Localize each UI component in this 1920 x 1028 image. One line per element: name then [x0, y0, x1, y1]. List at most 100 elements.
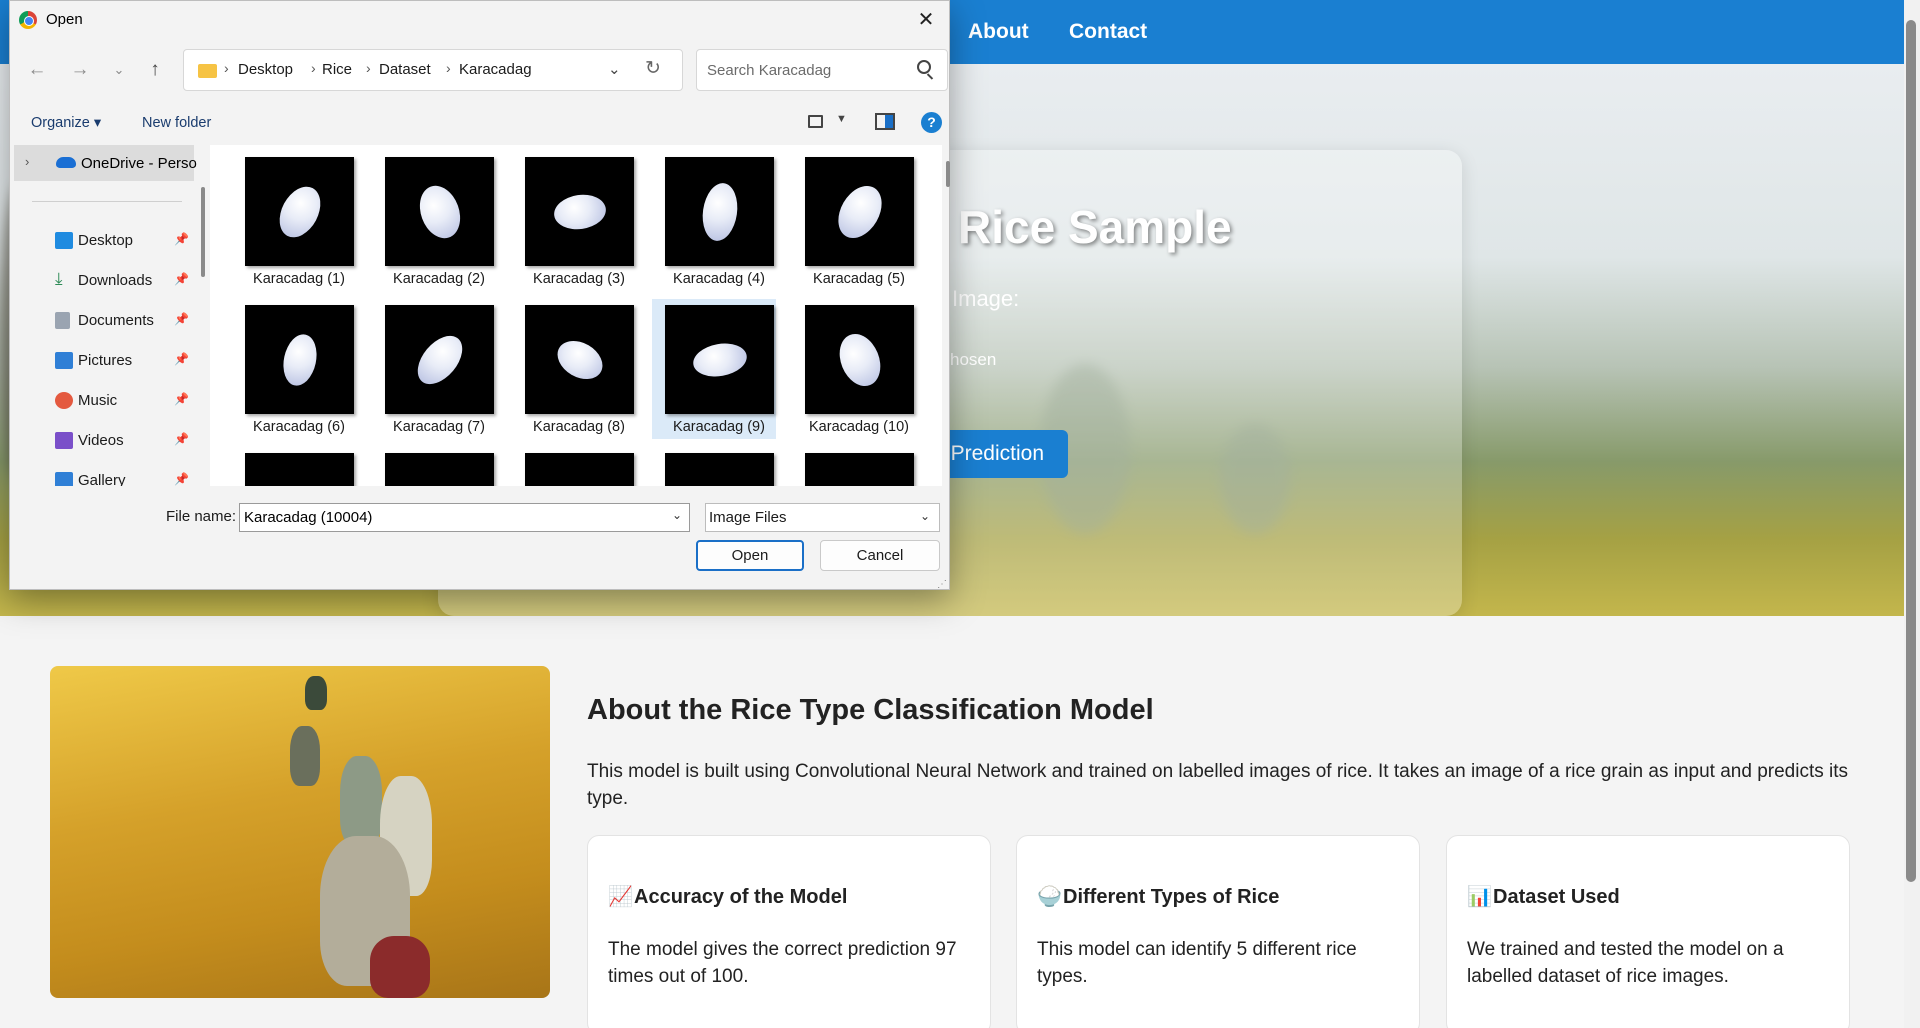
file-name-label: Karacadag (1) [253, 271, 345, 287]
file-tile[interactable] [652, 447, 776, 486]
forward-arrow-icon[interactable]: → [67, 57, 93, 83]
breadcrumb-separator-icon: › [446, 60, 451, 76]
card-title: Accuracy of the Model [634, 886, 848, 908]
file-tile[interactable] [512, 447, 636, 486]
pin-icon: 📌 [174, 392, 189, 406]
file-tile[interactable] [372, 447, 496, 486]
page-scrollbar-thumb[interactable] [1906, 20, 1916, 882]
file-tile[interactable]: Karacadag (1) [232, 151, 356, 291]
dialog-titlebar[interactable]: Open ✕ [10, 1, 949, 39]
sidebar-item-label: OneDrive - Perso [81, 155, 197, 172]
file-type-dropdown-icon[interactable]: ⌄ [920, 509, 930, 523]
file-name-label: Karacadag (9) [673, 419, 765, 435]
sidebar-item-onedrive[interactable]: › OneDrive - Perso [14, 145, 197, 181]
breadcrumb-separator-icon: › [366, 60, 371, 76]
file-tile[interactable]: Karacadag (10) [792, 299, 916, 439]
search-box[interactable] [696, 49, 948, 91]
nav-about-link[interactable]: About [968, 20, 1029, 44]
nav-pane-scrollbar[interactable] [201, 187, 205, 277]
file-tile[interactable] [792, 447, 916, 486]
sidebar-item-gallery[interactable]: Gallery 📌 [10, 460, 198, 486]
view-layout-icon[interactable] [808, 115, 823, 128]
file-list-scrollbar[interactable] [946, 161, 950, 187]
music-icon [55, 392, 73, 409]
nav-contact-link[interactable]: Contact [1069, 20, 1147, 44]
file-name-label: Karacadag (5) [813, 271, 905, 287]
file-tile[interactable]: Karacadag (4) [652, 151, 776, 291]
file-name-field[interactable]: ⌄ [239, 503, 690, 532]
sidebar-item-label: Videos [78, 432, 124, 449]
preview-pane-icon[interactable] [875, 113, 895, 130]
new-folder-button[interactable]: New folder [142, 115, 211, 131]
sidebar-item-label: Downloads [78, 272, 153, 289]
file-type-select[interactable]: Image Files ⌄ [705, 503, 940, 532]
expand-chevron-icon[interactable]: › [25, 154, 29, 169]
address-dropdown-icon[interactable]: ⌄ [608, 60, 621, 78]
breadcrumb-dataset[interactable]: Dataset [379, 61, 431, 78]
back-arrow-icon[interactable]: ← [24, 57, 50, 83]
organize-button[interactable]: Organize ▾ [31, 115, 101, 131]
sidebar-item-videos[interactable]: Videos 📌 [10, 420, 198, 460]
file-thumbnail [385, 157, 494, 266]
search-input[interactable] [707, 59, 907, 81]
cancel-button[interactable]: Cancel [820, 540, 940, 571]
file-tile[interactable]: Karacadag (3) [512, 151, 636, 291]
file-tile[interactable]: Karacadag (6) [232, 299, 356, 439]
open-file-dialog: Open ✕ ← → ⌄ ↑ › Desktop › Rice › Datase… [9, 0, 950, 590]
rice-grain [829, 177, 890, 246]
resize-grip-icon[interactable]: ⋰ [937, 579, 947, 590]
file-thumbnail [525, 305, 634, 414]
breadcrumb-desktop[interactable]: Desktop [238, 61, 293, 78]
pin-icon: 📌 [174, 312, 189, 326]
file-tile[interactable]: Karacadag (7) [372, 299, 496, 439]
sidebar-item-desktop[interactable]: Desktop 📌 [10, 220, 198, 260]
file-thumbnail [245, 305, 354, 414]
search-icon[interactable] [917, 60, 931, 74]
documents-icon [55, 312, 70, 329]
view-options-chevron-icon[interactable]: ▼ [836, 113, 847, 125]
card-text: This model can identify 5 different rice… [1037, 939, 1357, 987]
info-card-dataset: 📊Dataset Used We trained and tested the … [1446, 835, 1850, 1028]
rice-grain [408, 327, 471, 392]
sidebar-item-music[interactable]: Music 📌 [10, 380, 198, 420]
file-name-label: Karacadag (7) [393, 419, 485, 435]
chart-up-icon: 📈 [608, 886, 633, 908]
file-tile[interactable]: Karacadag (8) [512, 299, 636, 439]
breadcrumb-karacadag[interactable]: Karacadag [459, 61, 532, 78]
sidebar-item-documents[interactable]: Documents 📌 [10, 300, 198, 340]
address-bar[interactable]: › Desktop › Rice › Dataset › Karacadag ⌄… [183, 49, 683, 91]
up-arrow-icon[interactable]: ↑ [142, 57, 168, 83]
file-tile[interactable] [232, 447, 356, 486]
breadcrumb-separator-icon: › [311, 60, 316, 76]
open-button[interactable]: Open [696, 540, 804, 571]
sidebar-item-label: Documents [78, 312, 154, 329]
file-name-label: Karacadag (2) [393, 271, 485, 287]
close-icon[interactable]: ✕ [912, 7, 940, 33]
sidebar-item-pictures[interactable]: Pictures 📌 [10, 340, 198, 380]
nav-divider [32, 201, 182, 202]
file-name-dropdown-icon[interactable]: ⌄ [672, 508, 682, 522]
file-tile[interactable]: Karacadag (2) [372, 151, 496, 291]
navigation-pane: › OneDrive - Perso Desktop 📌 ⤓ Downloads… [10, 145, 198, 486]
file-tile-selected[interactable]: Karacadag (9) [652, 299, 776, 439]
breadcrumb-rice[interactable]: Rice [322, 61, 352, 78]
pin-icon: 📌 [174, 432, 189, 446]
chrome-icon [19, 11, 37, 29]
file-chosen-text: hosen [950, 350, 997, 369]
onedrive-cloud-icon [56, 157, 76, 168]
file-thumbnail [805, 453, 914, 486]
file-name-input[interactable] [244, 508, 654, 527]
recent-locations-chevron-icon[interactable]: ⌄ [106, 57, 132, 83]
info-card-accuracy: 📈Accuracy of the Model The model gives t… [587, 835, 991, 1028]
file-name-label: File name: [166, 508, 237, 525]
farmer-figure [370, 936, 430, 998]
sidebar-item-downloads[interactable]: ⤓ Downloads 📌 [10, 260, 198, 300]
file-name-label: Karacadag (8) [533, 419, 625, 435]
rice-grain [270, 179, 329, 244]
videos-icon [55, 432, 73, 449]
file-tile[interactable]: Karacadag (5) [792, 151, 916, 291]
help-icon[interactable]: ? [921, 112, 942, 133]
file-thumbnail [665, 157, 774, 266]
farmer-figure [290, 726, 320, 786]
refresh-icon[interactable]: ↻ [645, 57, 661, 80]
